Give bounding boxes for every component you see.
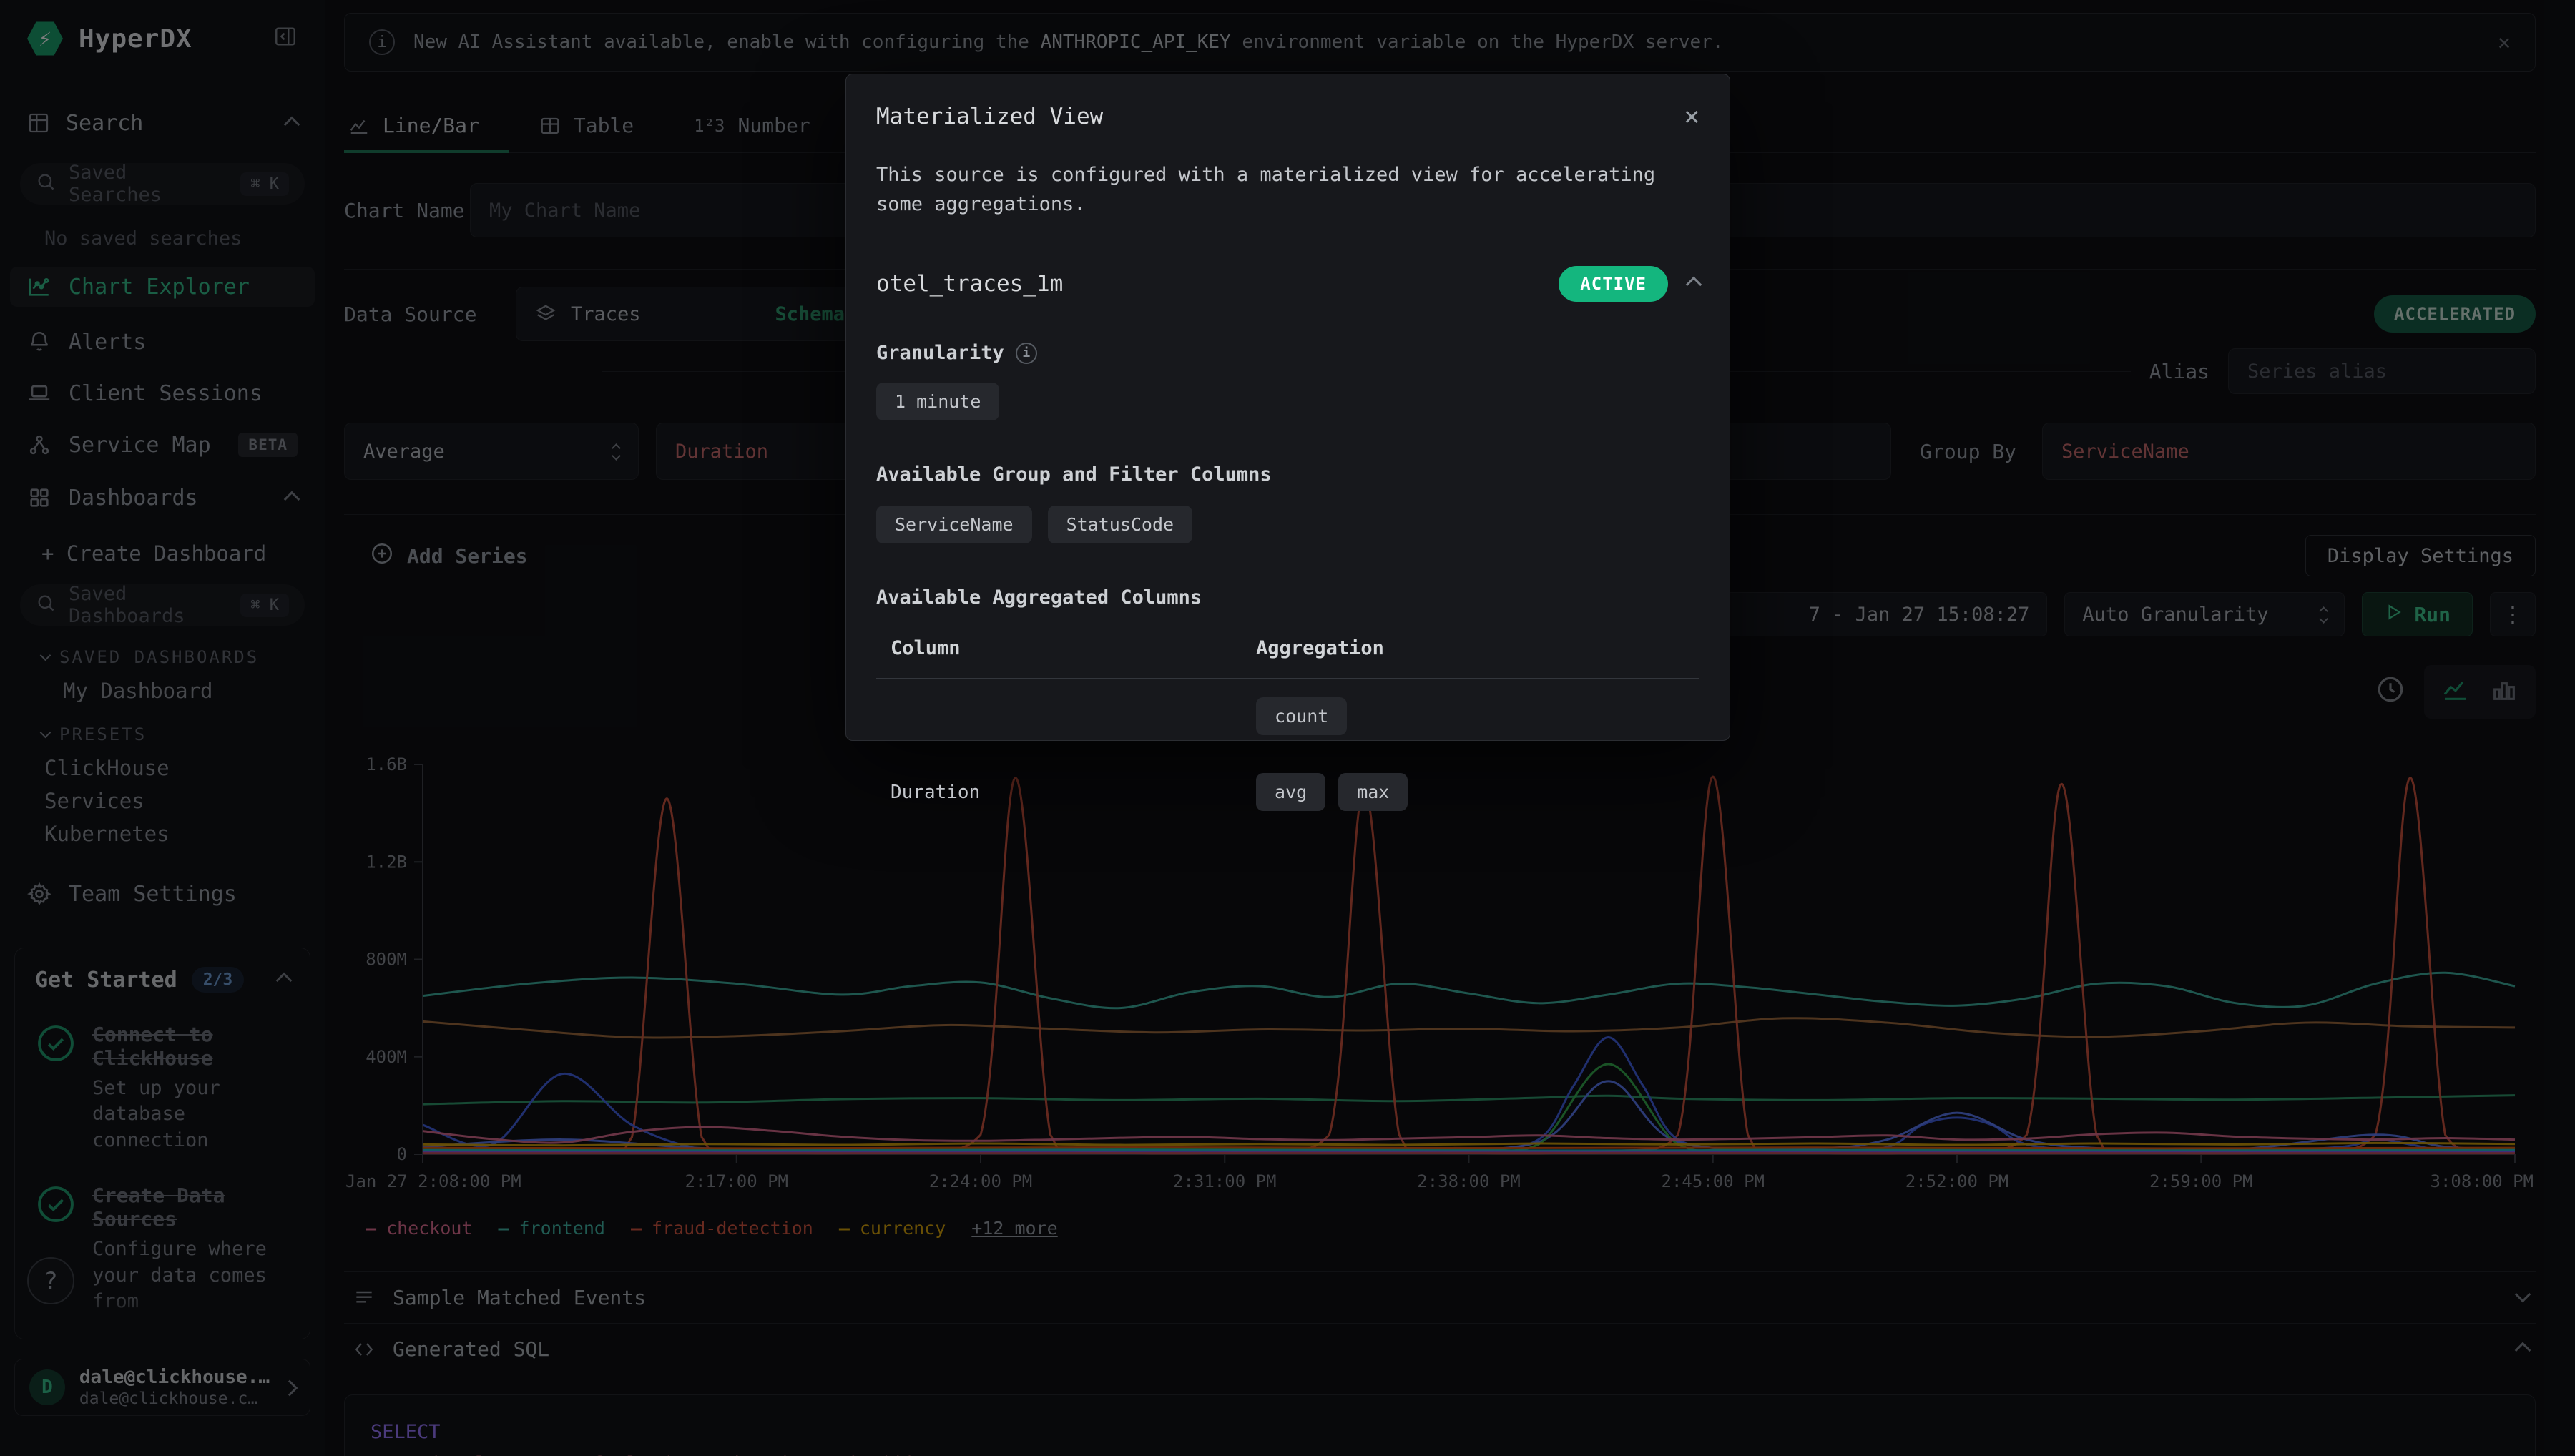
aggregated-columns-table: Column Aggregation count Duration avg ma… xyxy=(876,637,1700,830)
status-badge: ACTIVE xyxy=(1559,266,1668,302)
column-header: Column xyxy=(891,637,1256,659)
column-cell: Duration xyxy=(891,782,1256,803)
info-icon[interactable]: i xyxy=(1016,343,1037,364)
table-row: Duration avg max xyxy=(876,754,1700,830)
group-column-pill: ServiceName xyxy=(876,506,1032,543)
modal-title: Materialized View xyxy=(876,104,1103,129)
modal-description: This source is configured with a materia… xyxy=(876,161,1677,219)
hyperdx-app: ⚡ HyperDX Search Saved Searches ⌘ K No s… xyxy=(0,0,2575,1456)
aggregated-heading: Available Aggregated Columns xyxy=(876,586,1700,609)
table-row: count xyxy=(876,678,1700,754)
granularity-value-pill: 1 minute xyxy=(876,383,999,420)
aggregation-pill: avg xyxy=(1256,773,1325,811)
materialized-view-modal: Materialized View ✕ This source is confi… xyxy=(845,74,1730,741)
group-filter-heading: Available Group and Filter Columns xyxy=(876,463,1700,486)
granularity-label: Granularity xyxy=(876,342,1004,364)
aggregation-pill: count xyxy=(1256,697,1347,735)
aggregation-pill: max xyxy=(1338,773,1408,811)
view-name: otel_traces_1m xyxy=(876,271,1063,297)
aggregation-header: Aggregation xyxy=(1256,637,1384,659)
group-column-pill: StatusCode xyxy=(1048,506,1193,543)
chevron-up-icon[interactable] xyxy=(1688,273,1700,295)
close-icon[interactable]: ✕ xyxy=(1684,102,1700,131)
